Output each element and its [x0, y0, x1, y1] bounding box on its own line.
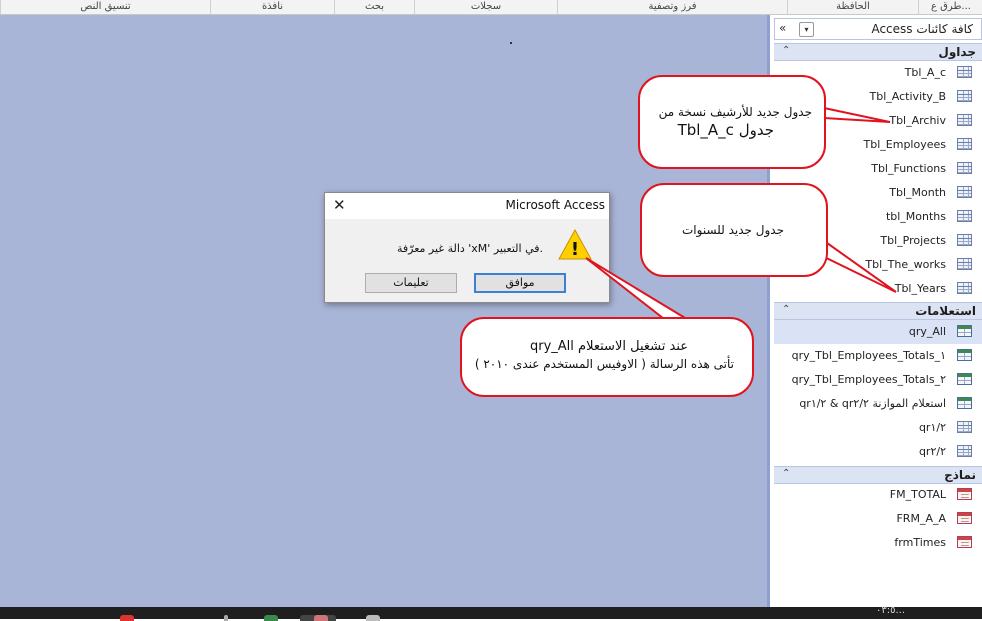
ribbon-group-sort-filter[interactable]: فرز وتصفية [557, 0, 787, 14]
nav-item-label: Tbl_Functions [871, 162, 946, 175]
callout-query-error: عند تشغيل الاستعلام qry_All تأتى هذه الر… [460, 317, 754, 397]
nav-item-label: Tbl_Projects [880, 234, 946, 247]
ok-button[interactable]: موافق [474, 273, 566, 293]
callout-text: جدول جديد للأرشيف نسخة من [658, 105, 812, 119]
nav-item-table[interactable]: Tbl_Years [774, 277, 982, 301]
help-button[interactable]: تعليمات [365, 273, 457, 293]
nav-item-query[interactable]: qr١/٢ [774, 416, 982, 440]
ribbon-group-window[interactable]: نافذة [210, 0, 334, 14]
query-icon [957, 445, 972, 457]
table-icon [957, 90, 972, 102]
ribbon-group-find[interactable]: بحث [334, 0, 414, 14]
nav-item-query[interactable]: qry_Tbl_Employees_Totals_٢ [774, 368, 982, 392]
nav-item-form[interactable]: FM_TOTAL [774, 483, 982, 507]
nav-group-title: جداول [938, 45, 976, 59]
nav-item-label: Tbl_Archiv [889, 114, 946, 127]
nav-item-label: frmTimes [894, 536, 946, 549]
nav-item-label: tbl_Months [885, 210, 946, 223]
nav-pane-title[interactable]: كافة كائنات Access [871, 22, 973, 36]
chevron-up-icon[interactable]: ⌃ [782, 304, 790, 315]
nav-item-form[interactable]: FRM_A_A [774, 507, 982, 531]
dialog-message: دالة غير معرّفة 'xM' في التعبير. [397, 242, 543, 255]
nav-item-label: qr١/٢ [918, 421, 946, 434]
nav-item-label: Tbl_A_c [904, 66, 946, 79]
nav-item-label: qry_All [908, 325, 946, 338]
table-icon [957, 138, 972, 150]
nav-item-label: qry_Tbl_Employees_Totals_٢ [791, 373, 946, 386]
app-icon[interactable] [120, 615, 134, 621]
app-icon[interactable] [366, 615, 380, 621]
nav-item-label: استعلام الموازنة qr٢/٢ & qr١/٢ [799, 397, 946, 410]
access-app-icon[interactable] [314, 615, 328, 621]
query-icon [957, 349, 972, 361]
warning-mark: ! [571, 239, 579, 260]
dialog-title: Microsoft Access [505, 198, 605, 212]
form-icon [957, 536, 972, 548]
ribbon-group-text-formatting[interactable]: تنسيق النص [0, 0, 210, 14]
table-icon [957, 162, 972, 174]
nav-group-queries[interactable]: استعلامات ⌃ [774, 302, 982, 320]
nav-item-label: Tbl_Employees [863, 138, 946, 151]
nav-item-query[interactable]: qr٢/٢ [774, 440, 982, 464]
nav-pane-header[interactable]: كافة كائنات Access ▾ « [774, 18, 982, 40]
ribbon-group-shortcuts[interactable]: طرق ع... [918, 0, 982, 14]
nav-item-query[interactable]: استعلام الموازنة qr٢/٢ & qr١/٢ [774, 392, 982, 416]
collapse-pane-icon[interactable]: « [779, 21, 786, 35]
clock[interactable]: ٠٣:٥... [876, 605, 905, 616]
chevron-up-icon[interactable]: ⌃ [782, 45, 790, 56]
callout-years-table: جدول جديد للسنوات [640, 183, 828, 277]
nav-item-form[interactable]: frmTimes [774, 531, 982, 555]
nav-item-label: qry_Tbl_Employees_Totals_١ [791, 349, 946, 362]
dialog-titlebar[interactable]: Microsoft Access ✕ [325, 193, 609, 219]
nav-item-query[interactable]: qry_All [774, 320, 982, 344]
warning-icon: ! [558, 229, 592, 260]
chevron-down-icon[interactable]: ▾ [799, 22, 814, 37]
callout-text: جدول جديد للسنوات [682, 223, 784, 237]
ribbon-group-labels: طرق ع... الحافظة فرز وتصفية سجلات بحث نا… [0, 0, 982, 15]
windows-taskbar: ٠٣:٥... [0, 605, 982, 621]
nav-item-label: Tbl_The_works [865, 258, 946, 271]
form-icon [957, 512, 972, 524]
nav-item-label: Tbl_Month [889, 186, 946, 199]
close-icon[interactable]: ✕ [333, 196, 346, 214]
callout-archive-table: جدول جديد للأرشيف نسخة من جدول Tbl_A_c [638, 75, 826, 169]
table-icon [957, 282, 972, 294]
ribbon-group-clipboard[interactable]: الحافظة [787, 0, 918, 14]
nav-item-label: FM_TOTAL [889, 488, 946, 501]
error-dialog: Microsoft Access ✕ ! دالة غير معرّفة 'xM… [324, 192, 610, 303]
form-icon [957, 488, 972, 500]
workspace-dot [510, 42, 512, 44]
app-icon[interactable] [224, 615, 228, 621]
query-icon [957, 397, 972, 409]
ribbon-group-records[interactable]: سجلات [414, 0, 557, 14]
callout-text: عند تشغيل الاستعلام qry_All [530, 339, 688, 354]
nav-item-label: qr٢/٢ [918, 445, 946, 458]
nav-group-title: نماذج [944, 468, 976, 482]
nav-item-label: Tbl_Activity_B [869, 90, 946, 103]
callout-text: تأتى هذه الرسالة ( الاوفيس المستخدم عندى… [474, 357, 734, 371]
table-icon [957, 186, 972, 198]
callout-text: جدول Tbl_A_c [677, 121, 774, 139]
nav-group-tables[interactable]: جداول ⌃ [774, 43, 982, 61]
nav-item-label: Tbl_Years [894, 282, 946, 295]
chevron-up-icon[interactable]: ⌃ [782, 468, 790, 479]
app-icon[interactable] [264, 615, 278, 621]
table-icon [957, 210, 972, 222]
nav-item-query[interactable]: qry_Tbl_Employees_Totals_١ [774, 344, 982, 368]
table-icon [957, 114, 972, 126]
query-icon [957, 325, 972, 337]
nav-group-title: استعلامات [915, 304, 976, 318]
nav-group-forms[interactable]: نماذج ⌃ [774, 466, 982, 484]
nav-item-label: FRM_A_A [896, 512, 946, 525]
query-icon [957, 373, 972, 385]
query-icon [957, 421, 972, 433]
table-icon [957, 258, 972, 270]
table-icon [957, 66, 972, 78]
table-icon [957, 234, 972, 246]
